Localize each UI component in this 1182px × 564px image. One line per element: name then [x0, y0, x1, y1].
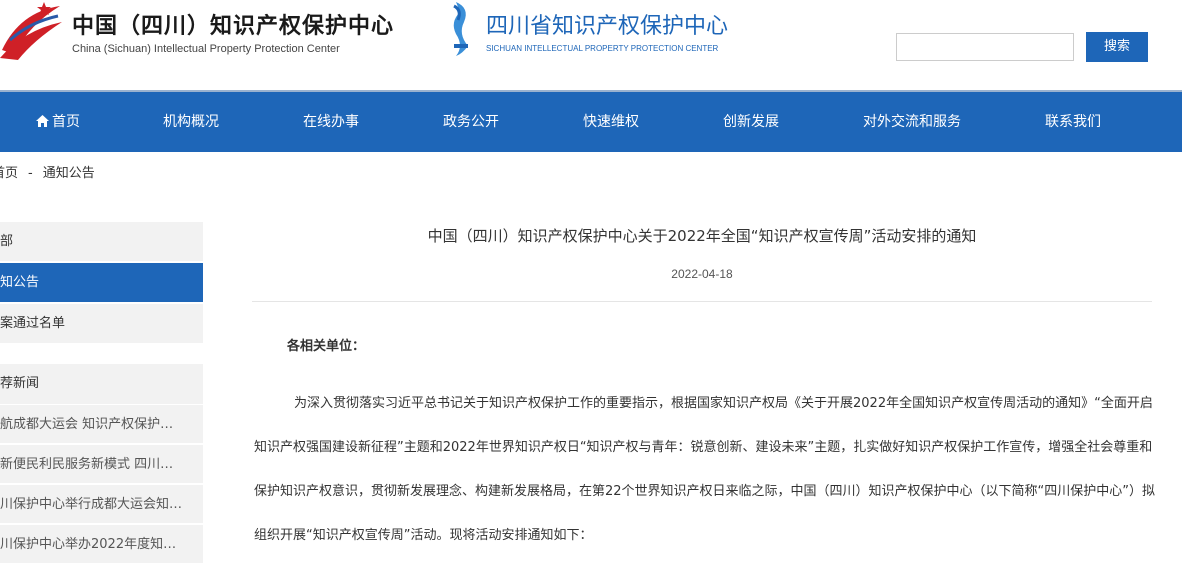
nav-item-contact[interactable]: 联系我们: [1045, 92, 1101, 152]
sidebar-item-notices[interactable]: 通知公告: [0, 263, 203, 302]
sidebar-news-item[interactable]: 四川保护中心举行成都大运会知…: [0, 484, 203, 523]
main-nav: 首页 机构概况 在线办事 政务公开 快速维权 创新发展 对外交流和服务 联系我们: [0, 90, 1182, 152]
article-greeting: 各相关单位：: [287, 339, 366, 354]
breadcrumb: 首页-通知公告: [0, 162, 95, 181]
center-logo-icon[interactable]: [0, 0, 66, 62]
nav-item-about[interactable]: 机构概况: [163, 92, 219, 152]
breadcrumb-current[interactable]: 通知公告: [43, 166, 95, 181]
nav-item-government-affairs[interactable]: 政务公开: [443, 92, 499, 152]
article-title: 中国（四川）知识产权保护中心关于2022年全国“知识产权宣传周”活动安排的通知: [427, 227, 977, 245]
center-logo-text[interactable]: 中国（四川）知识产权保护中心 China (Sichuan) Intellect…: [72, 8, 394, 55]
sidebar-news-item[interactable]: 创新便民利民服务新模式 四川…: [0, 444, 203, 483]
search-button[interactable]: 搜索: [1086, 32, 1148, 62]
search-input[interactable]: [896, 33, 1074, 61]
nav-item-home[interactable]: 首页: [36, 92, 80, 152]
provincial-center-name-en: SICHUAN INTELLECTUAL PROPERTY PROTECTION…: [486, 44, 719, 53]
sidebar-news-item[interactable]: 护航成都大运会 知识产权保护…: [0, 404, 203, 443]
site-header: 中国（四川）知识产权保护中心 China (Sichuan) Intellect…: [0, 0, 1182, 90]
title-divider: [252, 301, 1152, 302]
center-name-en: China (Sichuan) Intellectual Property Pr…: [72, 43, 340, 55]
provincial-center-logo-text[interactable]: 四川省知识产权保护中心 SICHUAN INTELLECTUAL PROPERT…: [486, 8, 728, 53]
home-icon: [36, 115, 49, 127]
center-name-cn: 中国（四川）知识产权保护中心: [72, 14, 395, 39]
sidebar-news-title: 推荐新闻: [0, 364, 203, 404]
breadcrumb-separator: -: [28, 166, 33, 181]
article-paragraph: 为深入贯彻落实习近平总书记关于知识产权保护工作的重要指示，根据国家知识产权局《关…: [254, 396, 1156, 543]
nav-item-exchange-services[interactable]: 对外交流和服务: [863, 92, 961, 152]
nav-item-rapid-rights[interactable]: 快速维权: [583, 92, 639, 152]
breadcrumb-home[interactable]: 首页: [0, 166, 18, 181]
provincial-center-name-cn: 四川省知识产权保护中心: [486, 14, 729, 39]
nav-item-label: 首页: [52, 114, 80, 130]
nav-item-innovation[interactable]: 创新发展: [723, 92, 779, 152]
sidebar-item-approved-list[interactable]: 备案通过名单: [0, 304, 203, 343]
nav-item-online-services[interactable]: 在线办事: [303, 92, 359, 152]
article-date: 2022-04-18: [671, 267, 733, 281]
sidebar-item-all[interactable]: 全部: [0, 222, 203, 261]
sidebar-news-item[interactable]: 四川保护中心举办2022年度知…: [0, 524, 203, 563]
provincial-center-logo-icon[interactable]: [448, 0, 476, 58]
